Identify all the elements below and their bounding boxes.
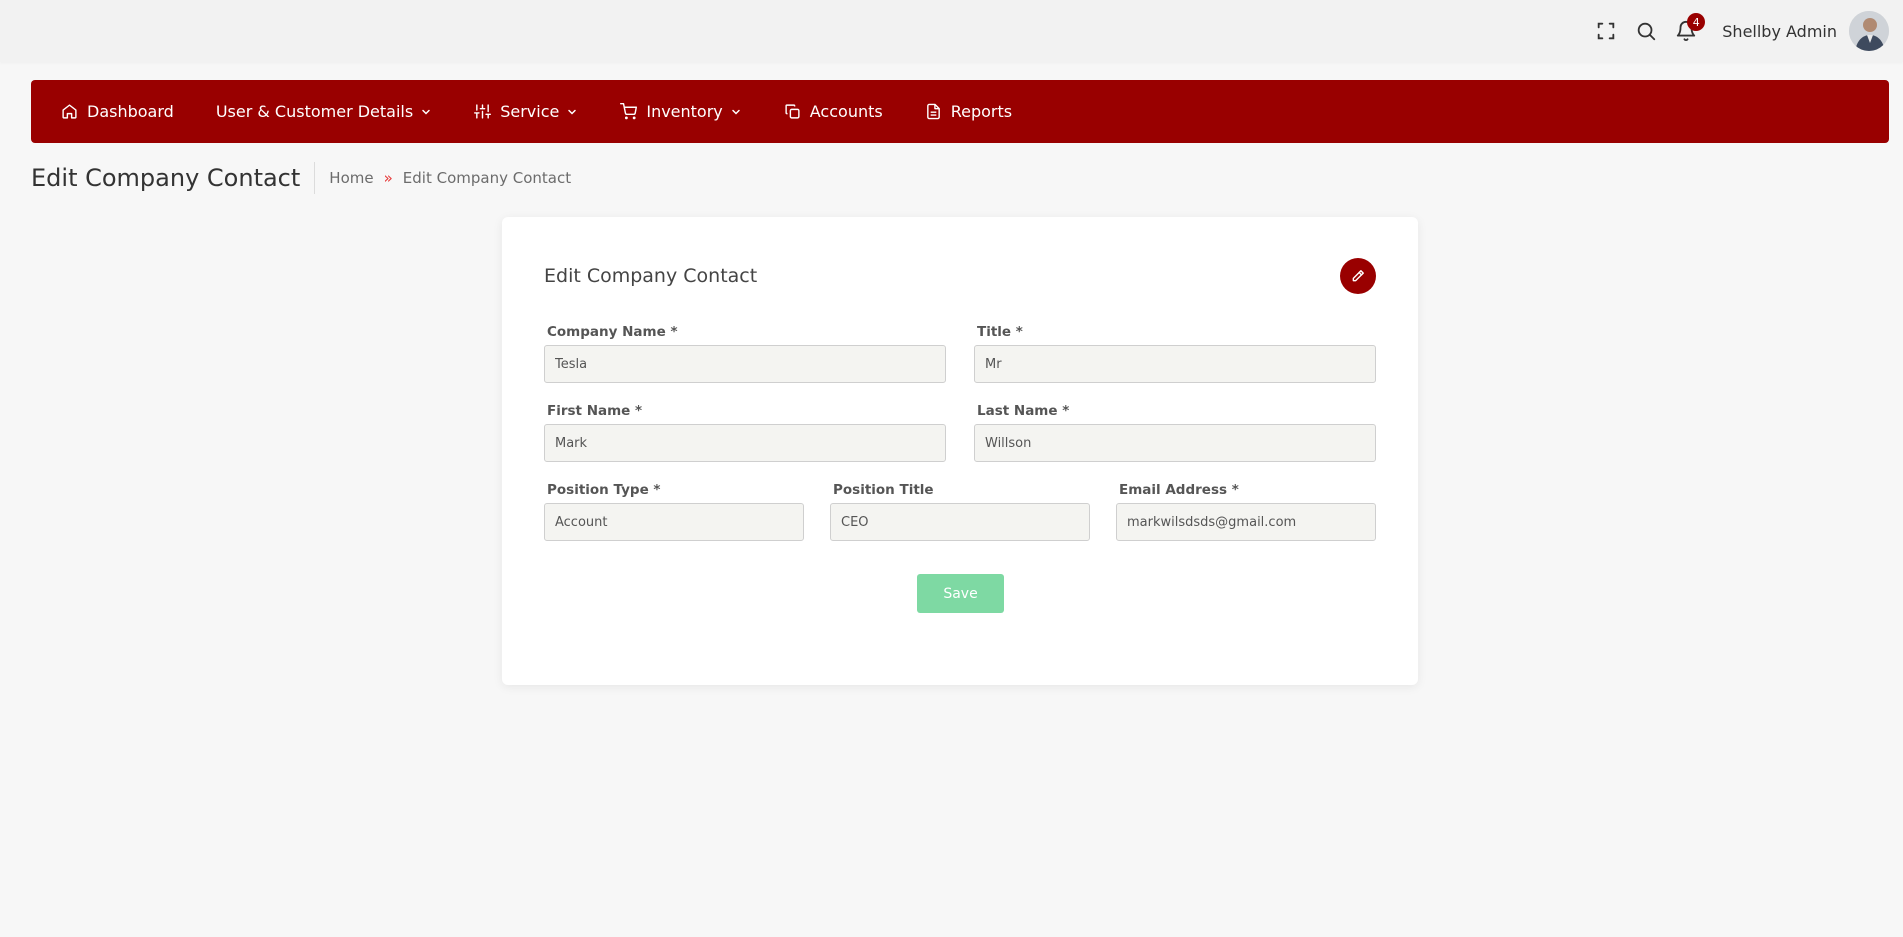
notification-bell[interactable]: 4	[1666, 11, 1706, 51]
nav-user-customer-label: User & Customer Details	[215, 102, 414, 121]
home-icon	[62, 104, 77, 119]
title-divider	[314, 162, 316, 194]
position-title-label: Position Title	[833, 482, 934, 498]
pencil-icon	[1352, 270, 1364, 282]
title-input[interactable]	[974, 345, 1376, 383]
copy-icon	[785, 104, 800, 119]
search-icon[interactable]	[1626, 11, 1666, 51]
breadcrumb-separator: »	[383, 169, 393, 187]
position-type-field-group: Position Type *	[544, 482, 804, 541]
title-field-group: Title *	[974, 324, 1376, 383]
save-button[interactable]: Save	[917, 574, 1004, 613]
nav-inventory[interactable]: Inventory	[620, 102, 741, 121]
nav-reports-label: Reports	[950, 102, 1013, 121]
page-header: Edit Company Contact Home » Edit Company…	[31, 160, 571, 196]
main-nav: Dashboard User & Customer Details Servic…	[31, 80, 1889, 143]
position-type-input[interactable]	[544, 503, 804, 541]
fullscreen-icon[interactable]	[1586, 11, 1626, 51]
title-label: Title *	[977, 324, 1023, 340]
edit-button[interactable]	[1340, 258, 1376, 294]
avatar[interactable]	[1849, 11, 1889, 51]
email-input[interactable]	[1116, 503, 1376, 541]
position-type-label: Position Type *	[547, 482, 661, 498]
page-title: Edit Company Contact	[31, 164, 301, 192]
first-name-field-group: First Name *	[544, 403, 946, 462]
chevron-down-icon	[732, 109, 740, 115]
top-header: 4 Shellby Admin	[0, 0, 1903, 62]
first-name-label: First Name *	[547, 403, 643, 419]
breadcrumb-home[interactable]: Home	[329, 169, 373, 187]
last-name-input[interactable]	[974, 424, 1376, 462]
position-title-input[interactable]	[830, 503, 1090, 541]
nav-accounts-label: Accounts	[809, 102, 883, 121]
breadcrumb-current: Edit Company Contact	[402, 169, 572, 187]
cart-icon	[620, 103, 638, 120]
chevron-down-icon	[422, 109, 430, 115]
user-name[interactable]: Shellby Admin	[1722, 22, 1837, 41]
nav-user-customer-details[interactable]: User & Customer Details	[216, 102, 432, 121]
chevron-down-icon	[568, 109, 577, 115]
nav-service-label: Service	[500, 102, 560, 121]
nav-service[interactable]: Service	[474, 102, 578, 121]
position-title-field-group: Position Title	[830, 482, 1090, 541]
header-actions: 4 Shellby Admin	[1586, 10, 1889, 52]
nav-reports[interactable]: Reports	[925, 102, 1012, 121]
email-field-group: Email Address *	[1116, 482, 1376, 541]
first-name-input[interactable]	[544, 424, 946, 462]
file-icon	[926, 103, 940, 120]
company-name-label: Company Name *	[547, 324, 678, 340]
notification-badge: 4	[1687, 13, 1706, 31]
edit-contact-card: Edit Company Contact Company Name * Titl…	[502, 217, 1418, 685]
last-name-field-group: Last Name *	[974, 403, 1376, 462]
email-label: Email Address *	[1119, 482, 1239, 498]
nav-accounts[interactable]: Accounts	[784, 102, 883, 121]
company-name-field-group: Company Name *	[544, 324, 946, 383]
breadcrumb: Home » Edit Company Contact	[329, 169, 571, 187]
sliders-icon	[474, 104, 492, 119]
last-name-label: Last Name *	[977, 403, 1070, 419]
nav-inventory-label: Inventory	[646, 102, 723, 121]
nav-dashboard-label: Dashboard	[87, 102, 174, 121]
nav-dashboard[interactable]: Dashboard	[61, 102, 174, 121]
card-title: Edit Company Contact	[544, 265, 758, 287]
company-name-input[interactable]	[544, 345, 946, 383]
